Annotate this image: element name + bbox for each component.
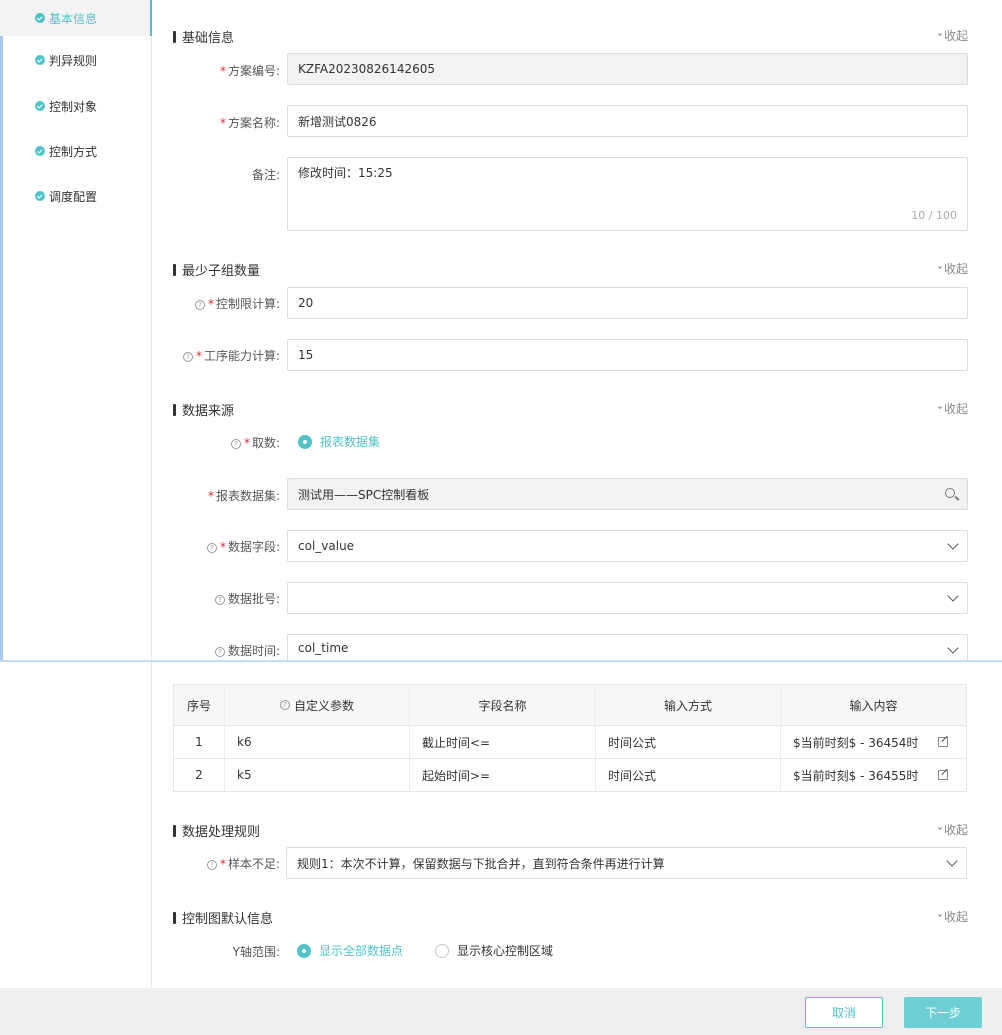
sidebar-item-label: 控制方式 — [49, 144, 98, 159]
help-icon[interactable]: ? — [214, 647, 225, 657]
chevron-down-icon — [947, 642, 959, 654]
sample-rule-select[interactable]: 规则1：本次不计算，保留数据与下批合并，直到符合条件再进行计算 — [286, 847, 967, 879]
params-table: 序号 ? 自定义参数 字段名称 输入方式 输入内容 1 k6 截止时间<= 时间公… — [173, 684, 967, 792]
radio-selected-icon — [298, 434, 312, 449]
y-range-label: Y轴范围: — [232, 945, 280, 959]
divider — [0, 660, 1002, 662]
edit-icon[interactable] — [938, 737, 948, 747]
sidebar-item-label: 控制对象 — [49, 99, 98, 114]
help-icon[interactable]: ? — [279, 700, 290, 710]
double-chevron-up-icon: ‹‹ — [935, 828, 946, 831]
section-title-source: 数据来源 — [173, 400, 234, 419]
fetch-label: ? * 取数: — [0, 434, 280, 451]
sidebar-item-control-method[interactable]: 控制方式 — [0, 133, 152, 169]
plan-no-label: * 方案编号: — [219, 64, 280, 78]
help-icon[interactable]: ? — [206, 860, 217, 870]
section-title-processing: 数据处理规则 — [173, 821, 260, 840]
time-label: ? 数据时间: — [0, 642, 280, 659]
chevron-down-icon — [946, 855, 958, 867]
double-chevron-up-icon: ‹‹ — [935, 407, 946, 410]
sidebar-item-basic-info[interactable]: 基本信息 — [0, 0, 152, 36]
plan-name-label: * 方案名称: — [219, 116, 280, 130]
remark-textarea[interactable]: 修改时间：15:25 10 / 100 — [287, 157, 968, 231]
double-chevron-up-icon: ‹‹ — [935, 34, 946, 37]
remark-label: 备注: — [251, 168, 280, 182]
sample-label: ? * 样本不足: — [0, 855, 280, 872]
check-circle-icon — [35, 191, 45, 201]
help-icon[interactable]: ? — [182, 352, 193, 362]
dataset-select[interactable]: 测试用——SPC控制看板 — [287, 478, 968, 510]
batch-label: ? 数据批号: — [0, 590, 280, 607]
sidebar-item-label: 调度配置 — [49, 189, 98, 204]
chevron-down-icon — [947, 590, 959, 602]
y-range-core-radio[interactable]: 显示核心控制区域 — [435, 942, 553, 959]
fetch-dataset-radio[interactable]: 报表数据集 — [298, 433, 380, 450]
check-circle-icon — [35, 146, 45, 156]
help-icon[interactable]: ? — [230, 439, 241, 449]
table-row: 2 k5 起始时间>= 时间公式 $当前时刻$ - 36455时 — [174, 758, 966, 791]
collapse-processing-button[interactable]: ‹‹ 收起 — [935, 821, 968, 838]
control-limit-label: ? * 控制限计算: — [0, 295, 280, 312]
batch-select[interactable] — [287, 582, 968, 614]
sidebar-item-schedule[interactable]: 调度配置 — [0, 178, 152, 214]
table-header: 序号 ? 自定义参数 字段名称 输入方式 输入内容 — [174, 685, 966, 725]
data-field-label: ? * 数据字段: — [0, 538, 280, 555]
capability-input[interactable]: 15 — [287, 339, 968, 371]
check-circle-icon — [35, 101, 45, 111]
section-title-basic: 基础信息 — [173, 27, 234, 46]
control-limit-input[interactable]: 20 — [287, 287, 968, 319]
help-icon[interactable]: ? — [194, 300, 205, 310]
plan-name-input[interactable]: 新增测试0826 — [287, 105, 968, 137]
double-chevron-up-icon: ‹‹ — [935, 915, 946, 918]
sidebar-item-label: 基本信息 — [49, 11, 98, 26]
plan-no-field: KZFA20230826142605 — [287, 53, 968, 85]
capability-label: ? * 工序能力计算: — [0, 347, 280, 364]
y-range-all-radio[interactable]: 显示全部数据点 — [297, 942, 403, 959]
double-chevron-up-icon: ‹‹ — [935, 267, 946, 270]
collapse-source-button[interactable]: ‹‹ 收起 — [935, 400, 968, 417]
collapse-chart-default-button[interactable]: ‹‹ 收起 — [935, 908, 968, 925]
char-counter: 10 / 100 — [911, 209, 957, 222]
section-title-chart-default: 控制图默认信息 — [173, 908, 273, 927]
help-icon[interactable]: ? — [206, 543, 217, 553]
time-select[interactable]: col_time — [287, 634, 968, 661]
cancel-button[interactable]: 取消 — [805, 997, 883, 1028]
help-icon[interactable]: ? — [214, 595, 225, 605]
collapse-min-group-button[interactable]: ‹‹ 收起 — [935, 260, 968, 277]
edit-icon[interactable] — [938, 770, 948, 780]
radio-selected-icon — [297, 943, 311, 958]
radio-unselected-icon — [435, 943, 449, 958]
collapse-basic-button[interactable]: ‹‹ 收起 — [935, 27, 968, 44]
table-row: 1 k6 截止时间<= 时间公式 $当前时刻$ - 36454时 — [174, 725, 966, 758]
section-title-min-group: 最少子组数量 — [173, 260, 260, 279]
chevron-down-icon — [947, 538, 959, 550]
check-circle-icon — [35, 13, 45, 23]
dataset-label: * 报表数据集: — [207, 489, 280, 503]
next-button[interactable]: 下一步 — [904, 997, 982, 1028]
search-icon[interactable] — [945, 488, 955, 498]
footer-bar: 取消 下一步 — [0, 988, 1002, 1035]
data-field-select[interactable]: col_value — [287, 530, 968, 562]
